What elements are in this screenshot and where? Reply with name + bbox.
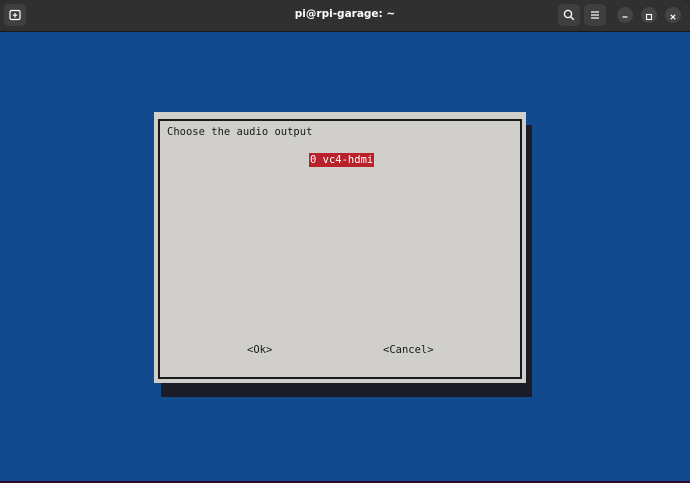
- minimize-button[interactable]: [617, 7, 633, 23]
- maximize-icon: [645, 6, 653, 25]
- ok-button[interactable]: <Ok>: [247, 344, 272, 356]
- audio-output-dialog: Choose the audio output 0 vc4-hdmi <Ok> …: [154, 112, 526, 383]
- title-bar: pi@rpi-garage: ~: [0, 0, 690, 32]
- minimize-icon: [621, 6, 629, 25]
- close-icon: [669, 6, 677, 25]
- search-button[interactable]: [558, 4, 580, 26]
- close-button[interactable]: [665, 7, 681, 23]
- option-vc4-hdmi[interactable]: 0 vc4-hdmi: [309, 153, 375, 167]
- terminal-area[interactable]: Choose the audio output 0 vc4-hdmi <Ok> …: [0, 32, 690, 481]
- hamburger-menu-icon: [589, 9, 601, 21]
- search-icon: [563, 9, 575, 21]
- cancel-button[interactable]: <Cancel>: [383, 344, 434, 356]
- menu-button[interactable]: [584, 4, 606, 26]
- maximize-button[interactable]: [641, 7, 657, 23]
- dialog-prompt: Choose the audio output: [167, 126, 313, 138]
- terminal-window: pi@rpi-garage: ~ Choose the audio output…: [0, 0, 690, 483]
